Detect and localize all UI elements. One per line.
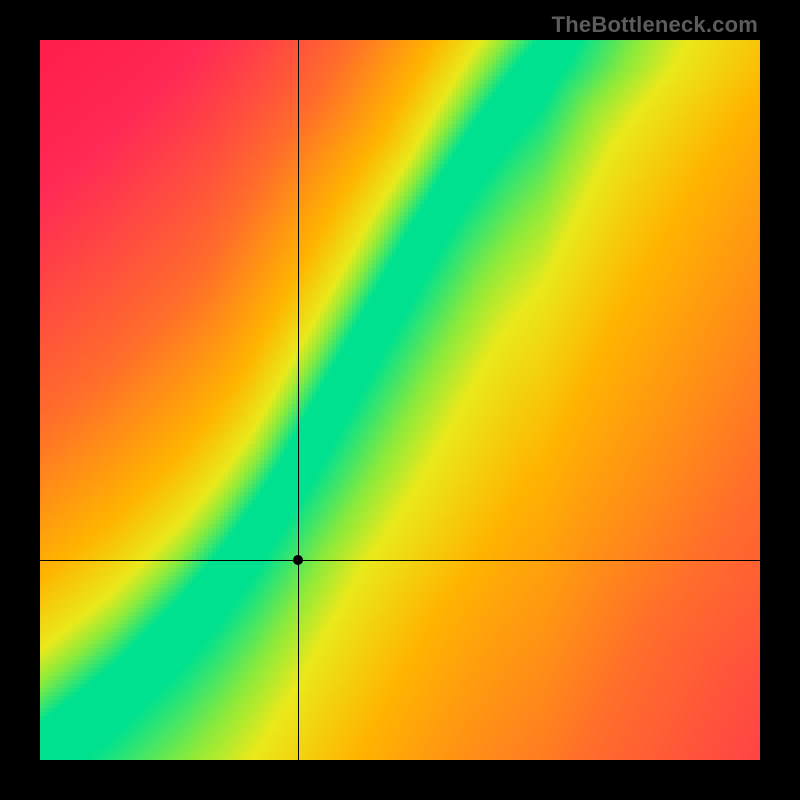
heatmap-canvas xyxy=(40,40,760,760)
plot-area xyxy=(40,40,760,760)
watermark-text: TheBottleneck.com xyxy=(552,12,758,38)
chart-frame: TheBottleneck.com xyxy=(0,0,800,800)
